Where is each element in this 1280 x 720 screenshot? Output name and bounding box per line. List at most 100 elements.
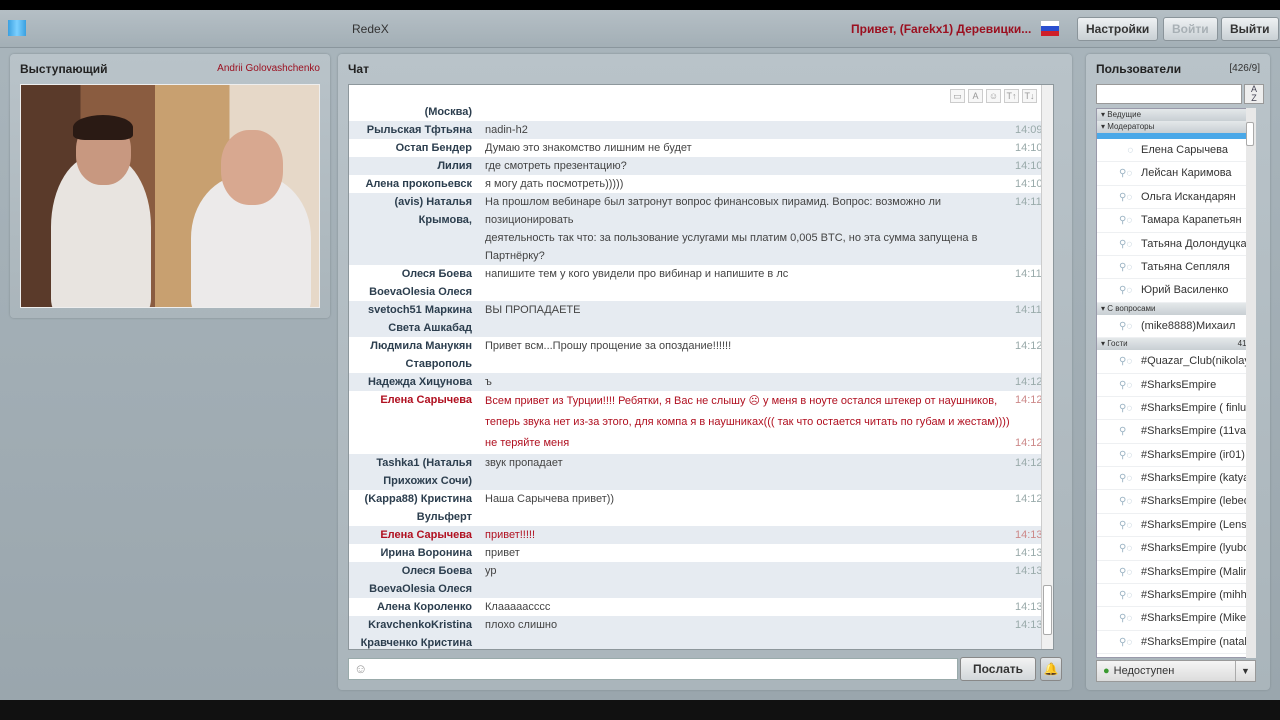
chat-message: Людмила Манукян Ставрополь Привет всм...П… (349, 337, 1053, 373)
user-list-item[interactable]: ⚲◌ #SharksEmpire (natale (1097, 631, 1255, 655)
mic-camera-icon: ⚲◌ (1119, 285, 1133, 297)
font-increase-icon[interactable]: T↑ (1004, 89, 1019, 103)
chat-title: Чат (348, 62, 369, 76)
message-text: не теряйте меня (485, 437, 570, 449)
mic-camera-icon: ⚲◌ (1119, 496, 1133, 508)
status-dropdown[interactable]: ● Недоступен ▼ (1096, 660, 1256, 682)
message-text: nadin-h2 (485, 124, 528, 136)
message-text: Думаю это знакомство лишним не будет (485, 142, 692, 154)
user-list-item[interactable]: ⚲◌ #SharksEmpire (Lensta (1097, 514, 1255, 538)
message-author[interactable]: Олеся Боева BoevaOlesia Олеся (349, 265, 472, 301)
user-list-item[interactable]: ⚲ #SharksEmpire (11vale (1097, 420, 1255, 444)
chat-message: Рыльская Тфтьяна nadin-h2 14:09 (349, 121, 1053, 139)
mic-camera-icon: ⚲◌ (1119, 543, 1133, 555)
sort-az-button[interactable]: A Z (1244, 84, 1264, 104)
emoji-toggle-icon[interactable]: ☺ (986, 89, 1001, 103)
mic-camera-icon: ⚲◌ (1119, 449, 1133, 461)
message-author[interactable]: Лилия (349, 157, 472, 175)
user-search-input[interactable] (1096, 84, 1242, 104)
user-list-item[interactable]: ⚲◌ #Quazar_Club(nikolayk (1097, 350, 1255, 374)
message-author[interactable]: Надежда Хицунова (349, 373, 472, 391)
user-list-item[interactable]: ◌ Елена Сарычева (1097, 139, 1255, 163)
user-name: (mike8888)Михаил (1141, 319, 1236, 332)
message-author[interactable]: Остап Бендер (349, 139, 472, 157)
user-list-item[interactable]: ⚲◌ Татьяна Сепляля (1097, 256, 1255, 280)
user-group-header[interactable]: ▾ Модераторы8 (1097, 121, 1255, 133)
speaker-name: Andrii Golovashchenko (217, 63, 320, 74)
settings-button[interactable]: Настройки (1077, 17, 1159, 41)
user-list-item[interactable]: ⚲◌ #SharksEmpire ( finluck (1097, 397, 1255, 421)
mic-camera-icon: ⚲◌ (1119, 473, 1133, 485)
message-author[interactable]: Tashka1 (Наталья Прихожих Сочи) (349, 454, 472, 490)
user-list-item[interactable]: ⚲◌ #SharksEmpire (mihhea (1097, 584, 1255, 608)
user-list-scrollbar[interactable] (1246, 108, 1256, 658)
message-author[interactable]: (Kappa88) Кристина Вульферт (349, 490, 472, 526)
user-group-header[interactable]: ▾ С вопросами1 (1097, 302, 1255, 315)
user-group-header[interactable]: ▾ Ведущие1 (1097, 109, 1255, 121)
chat-message: Лилия где смотреть презентацию? 14:10 (349, 157, 1053, 175)
user-list: ▾ Ведущие1▾ Модераторы8 ◌ Елена Сарычева ⚲… (1096, 108, 1256, 658)
font-decrease-icon[interactable]: T↓ (1022, 89, 1037, 103)
message-author[interactable]: (avis) Наталья Крымова, (349, 193, 472, 265)
chevron-down-icon: ▼ (1235, 661, 1255, 681)
message-author[interactable]: svetoch51 Маркина Света Ашкабад (349, 301, 472, 337)
chat-message: KravchenkoKristina Кравченко Кристина пло… (349, 616, 1053, 649)
speaker-video[interactable] (20, 84, 320, 308)
message-text: Наша Сарычева привет)) (485, 493, 615, 505)
user-list-item[interactable]: ⚲◌ #SharksEmpire (lyubov (1097, 537, 1255, 561)
user-name: Татьяна Сепляля (1141, 260, 1230, 273)
user-list-item[interactable]: ⚲◌ Лейсан Каримова (1097, 162, 1255, 186)
message-author[interactable]: Олеся Боева BoevaOlesia Олеся (349, 562, 472, 598)
message-text: я могу дать посмотреть))))) (485, 178, 624, 190)
user-list-item[interactable]: ⚲◌ #SharksEmpire (ir01) И (1097, 444, 1255, 468)
user-list-item[interactable]: ⚲◌ Тамара Карапетьян (1097, 209, 1255, 233)
logout-button[interactable]: Выйти (1221, 17, 1279, 41)
user-list-item[interactable]: ⚲◌ #SharksEmpire (katyas (1097, 467, 1255, 491)
mic-camera-icon: ⚲◌ (1119, 215, 1133, 227)
group-label: Гости (1107, 339, 1128, 349)
chat-scrollbar[interactable] (1041, 85, 1053, 649)
message-author[interactable]: Людмила Манукян Ставрополь (349, 337, 472, 373)
emoji-icon[interactable]: ☺ (354, 661, 367, 676)
message-author[interactable]: Елена Сарычева (349, 391, 472, 454)
login-button[interactable]: Войти (1163, 17, 1218, 41)
user-list-item[interactable]: ⚲◌ #SharksEmpire (lebede (1097, 490, 1255, 514)
mic-camera-icon: ⚲◌ (1119, 320, 1133, 332)
user-list-item[interactable]: ⚲◌ Татьяна Долондуцкая (1097, 233, 1255, 256)
user-name: #SharksEmpire (11vale (1141, 425, 1255, 438)
chat-input[interactable] (348, 658, 958, 680)
message-author[interactable]: Алена прокопьевск (349, 175, 472, 193)
user-list-item[interactable]: ⚲◌ Ольга Искандарян (1097, 186, 1255, 210)
user-name: #SharksEmpire (lyubov (1141, 542, 1255, 555)
message-author[interactable]: Алена Короленко (349, 598, 472, 616)
user-greeting[interactable]: Привет, (Farekx1) Деревицки... (851, 22, 1031, 36)
send-button[interactable]: Послать (960, 657, 1036, 681)
message-author[interactable]: Елена Сарычева (349, 526, 472, 544)
message-text: напишите тем у кого увидели про вибинар … (485, 268, 789, 280)
users-panel: Пользователи [426/9] A Z ▾ Ведущие1▾ Мод… (1086, 54, 1270, 690)
font-color-icon[interactable]: A (968, 89, 983, 103)
clear-icon[interactable]: ▭ (950, 89, 965, 103)
user-list-item[interactable]: ⚲◌ #SharksEmpire (Malina1 (1097, 561, 1255, 585)
user-list-item[interactable]: ⚲◌ Юрий Василенко (1097, 279, 1255, 303)
message-author[interactable]: Ирина Воронина (349, 544, 472, 562)
user-group-header[interactable]: ▾ Гости 416 (1097, 338, 1255, 351)
chat-message: Tashka1 (Наталья Прихожих Сочи) звук проп… (349, 454, 1053, 490)
mic-camera-icon: ⚲◌ (1119, 590, 1133, 602)
message-author: (Москва) (424, 106, 472, 118)
bell-icon[interactable]: 🔔 (1040, 657, 1062, 681)
language-flag-icon[interactable] (1041, 21, 1059, 36)
message-text: Всем привет из Турции!!!! Ребятки, я Вас… (485, 395, 1010, 428)
user-name: Елена Сарычева (1141, 144, 1229, 156)
message-text: плохо слишно (485, 619, 558, 631)
user-list-item[interactable]: ⚲◌ (mike8888)Михаил (1097, 315, 1255, 339)
chat-message: Елена Сарычева Всем привет из Турции!!!! … (349, 391, 1053, 454)
header-bar: RedeX Привет, (Farekx1) Деревицки... Нас… (0, 10, 1280, 48)
user-list-item[interactable]: ⚲◌ #SharksEmpire (1097, 374, 1255, 397)
chat-message: Алена прокопьевск я могу дать посмотреть)… (349, 175, 1053, 193)
message-author[interactable]: Рыльская Тфтьяна (349, 121, 472, 139)
user-list-item[interactable]: ⚲◌ #SharksEmpire (Mike77 (1097, 607, 1255, 631)
chat-messages: (Москва) Рыльская Тфтьяна nadin-h2 14:09 Ос… (348, 84, 1054, 650)
message-author[interactable]: KravchenkoKristina Кравченко Кристина (349, 616, 472, 649)
user-name: Тамара Карапетьян (1141, 214, 1242, 227)
